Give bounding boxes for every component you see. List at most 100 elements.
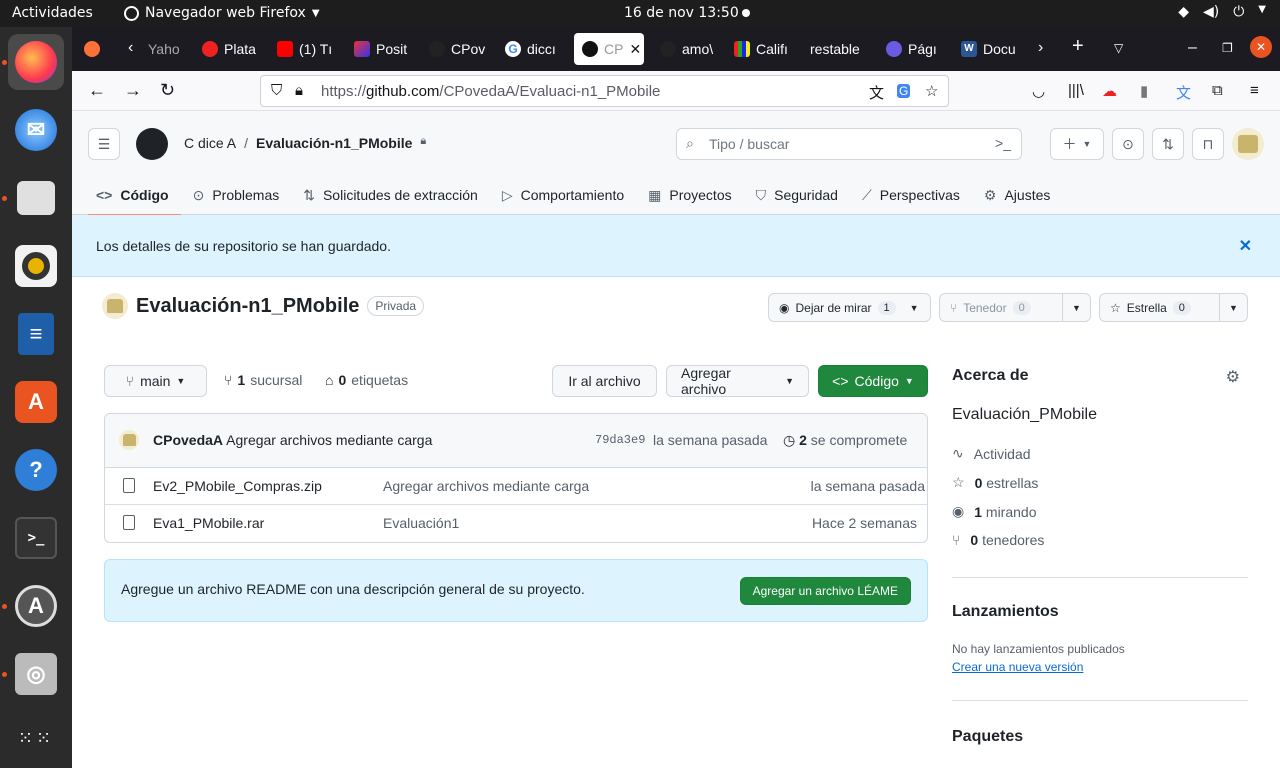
reload-icon[interactable]: ↻ [160, 80, 175, 101]
owner-avatar[interactable] [102, 293, 128, 319]
create-new-button[interactable]: ＋ ▼ [1050, 128, 1104, 160]
tab-insights[interactable]: ⟋ Perspectivas [850, 175, 972, 215]
releases-title[interactable]: Lanzamientos [952, 603, 1059, 621]
dock-software[interactable]: A [8, 374, 64, 430]
tab-settings[interactable]: ⚙ Ajustes [972, 175, 1062, 215]
command-palette-icon[interactable]: >_ [995, 135, 1011, 151]
commit-sha[interactable]: 79da3e9 [595, 433, 645, 447]
tab-actions[interactable]: ▷ Comportamiento [490, 175, 636, 215]
tab[interactable]: CPov [429, 33, 485, 65]
dock-terminal[interactable]: >_ [8, 510, 64, 566]
tab[interactable]: restable [810, 33, 870, 65]
tab-pull-requests[interactable]: ⇅ Solicitudes de extracción [291, 175, 490, 215]
tab[interactable]: Plata [202, 33, 260, 65]
github-logo-icon[interactable] [136, 128, 168, 160]
system-menu[interactable]: ◆ ◀) ⏻ ▼ [1178, 4, 1266, 20]
repo-link[interactable]: Evaluación-n1_PMobile [256, 135, 412, 151]
new-tab-icon[interactable]: + [1072, 35, 1084, 58]
file-name[interactable]: Eva1_PMobile.rar [153, 515, 264, 531]
back-icon[interactable]: ← [88, 80, 106, 101]
watch-button[interactable]: ◉ Dejar de mirar 1 ▼ [768, 293, 931, 322]
show-apps-button[interactable]: ⁙⁙ [8, 710, 64, 766]
tab[interactable]: Gdiccı [505, 33, 561, 65]
shield-icon[interactable]: ⛉ [271, 82, 282, 99]
branch-select[interactable]: ⑂ main ▼ [104, 365, 207, 397]
tab[interactable]: amo\ [660, 33, 716, 65]
issues-button[interactable]: ⊙ [1112, 128, 1144, 160]
tab-active[interactable]: CP ✕ [574, 33, 644, 65]
dock-thunderbird[interactable]: ✉ [8, 102, 64, 158]
tab[interactable]: Yaho [148, 33, 184, 65]
search-input[interactable]: ⌕ Tipo / buscar >_ [676, 128, 1022, 160]
watchers-link[interactable]: ◉ 1 mirando [952, 503, 1037, 520]
add-file-button[interactable]: Agregar archivo ▼ [666, 365, 809, 397]
tab-code[interactable]: <> Código [72, 175, 181, 216]
tab[interactable]: W Docu [961, 33, 1017, 65]
dock-files[interactable] [8, 170, 64, 226]
list-tabs-icon[interactable]: ▽ [1114, 41, 1123, 55]
close-tab-icon[interactable]: ✕ [629, 41, 641, 58]
tab[interactable]: Califı [734, 33, 796, 65]
tab[interactable]: Págı [886, 33, 942, 65]
create-release-link[interactable]: Crear una nueva versión [952, 660, 1083, 674]
extension-icon[interactable]: ▮ [1140, 82, 1148, 100]
fork-button[interactable]: ⑂ Tenedor 0 ▼ [939, 293, 1091, 322]
tab-issues[interactable]: ⊙ Problemas [181, 175, 292, 215]
gear-icon[interactable]: ⚙ [1226, 367, 1240, 387]
close-window-icon[interactable]: ✕ [1250, 36, 1272, 58]
owner-link[interactable]: C dice A [184, 135, 236, 151]
tab[interactable]: Posit [354, 33, 410, 65]
clock[interactable]: 16 de nov 13:50 [624, 5, 739, 21]
maximize-icon[interactable]: ❐ [1222, 41, 1233, 55]
forward-icon[interactable]: → [124, 80, 142, 101]
dock-help[interactable]: ? [8, 442, 64, 498]
code-button[interactable]: <> Código ▼ [818, 365, 928, 397]
add-readme-button[interactable]: Agregar un archivo LÉAME [739, 577, 911, 605]
user-avatar[interactable] [1232, 128, 1264, 160]
minimize-icon[interactable]: – [1188, 39, 1197, 57]
inbox-button[interactable]: ⊓ [1192, 128, 1224, 160]
commit-author-avatar[interactable] [119, 430, 139, 450]
file-name[interactable]: Ev2_PMobile_Compras.zip [153, 478, 322, 494]
dock-firefox[interactable] [8, 34, 64, 90]
extensions-puzzle-icon[interactable]: ⧉ [1212, 82, 1223, 99]
dock-updater[interactable]: A [8, 578, 64, 634]
menu-button[interactable]: ☰ [88, 128, 120, 160]
tags-link[interactable]: ⌂ 0 etiquetas [325, 372, 408, 388]
packages-title[interactable]: Paquetes [952, 728, 1023, 746]
go-to-file-button[interactable]: Ir al archivo [552, 365, 657, 397]
dock-rhythmbox[interactable] [8, 238, 64, 294]
commit-author[interactable]: CPovedaA [153, 432, 223, 448]
commits-link[interactable]: ◷ 2 se compromete [783, 432, 907, 449]
stars-link[interactable]: ☆ 0 estrellas [952, 474, 1038, 491]
file-commit-message[interactable]: Evaluación1 [383, 515, 459, 531]
url-bar[interactable]: ⛉ 🔒︎ https://github.com/CPovedaA/Evaluac… [260, 75, 949, 107]
tab-scroll-left-icon[interactable]: ‹ [128, 39, 133, 57]
star-icon[interactable]: ☆ [925, 82, 938, 100]
dock-writer[interactable]: ≡ [8, 306, 64, 362]
lock-icon[interactable]: 🔒︎ [295, 82, 303, 99]
translate-icon[interactable]: 文 [869, 82, 884, 103]
google-translate-icon[interactable]: G [897, 84, 911, 98]
chevron-down-icon[interactable]: ▼ [1219, 294, 1247, 321]
hamburger-menu-icon[interactable]: ≡ [1250, 82, 1259, 99]
activity-link[interactable]: ∿ Actividad [952, 445, 1031, 462]
tab-scroll-right-icon[interactable]: › [1038, 39, 1043, 57]
close-icon[interactable]: ✕ [1239, 236, 1252, 256]
app-menu[interactable]: Navegador web Firefox ▼ [124, 5, 320, 21]
dock-screenshot[interactable]: ◎ [8, 646, 64, 702]
library-icon[interactable]: |||\ [1068, 82, 1084, 99]
star-button[interactable]: ☆ Estrella 0 ▼ [1099, 293, 1248, 322]
tab-pinned[interactable] [84, 33, 100, 65]
branches-link[interactable]: ⑂ 1 sucursal [224, 372, 302, 388]
file-commit-message[interactable]: Agregar archivos mediante carga [383, 478, 589, 494]
tab[interactable]: (1) Tı [277, 33, 335, 65]
tab-projects[interactable]: ▦ Proyectos [636, 175, 743, 215]
chevron-down-icon[interactable]: ▼ [1062, 294, 1090, 321]
pocket-icon[interactable]: ◡ [1032, 82, 1045, 100]
translate-extension-icon[interactable]: 文 [1176, 82, 1191, 103]
forks-link[interactable]: ⑂ 0 tenedores [952, 532, 1044, 548]
commit-message[interactable]: Agregar archivos mediante carga [226, 432, 432, 448]
pull-requests-button[interactable]: ⇅ [1152, 128, 1184, 160]
tab-security[interactable]: ⛉ Seguridad [744, 175, 850, 215]
